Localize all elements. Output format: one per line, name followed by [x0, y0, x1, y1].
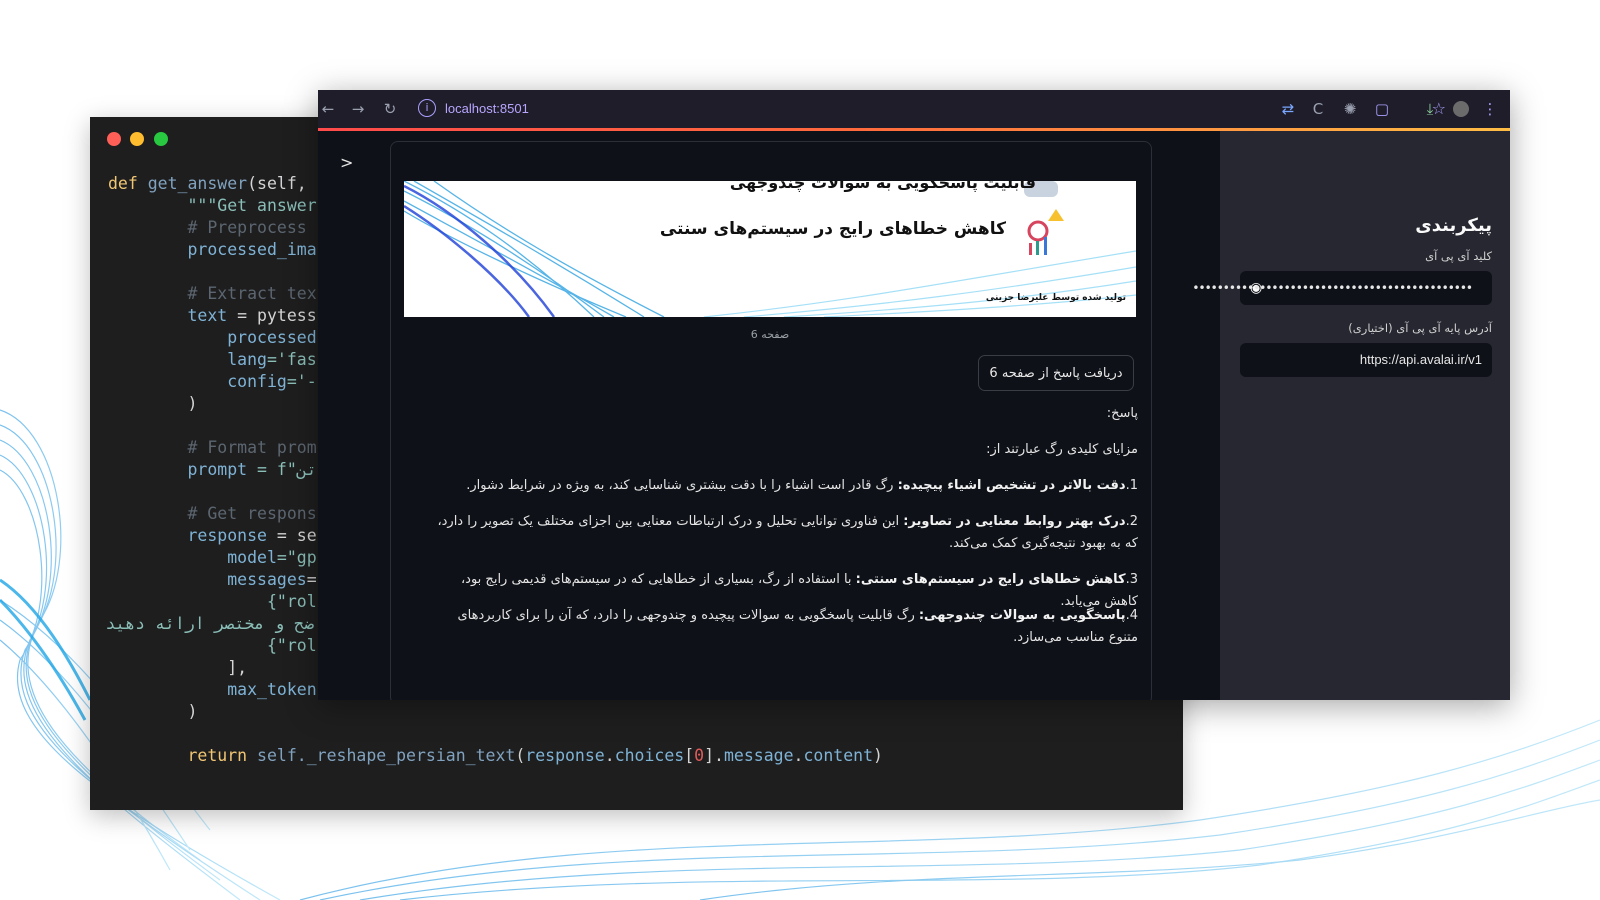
base-url-value[interactable]: https://api.avalai.ir/v1 — [1360, 343, 1482, 377]
reload-icon[interactable]: ↻ — [380, 99, 400, 119]
slide-image: قابلیت پاسخگویی به سوالات چندوجهی کاهش خ… — [404, 181, 1136, 317]
api-key-input[interactable]: ◉ ••••••••••••••••••••••••••••••••••••••… — [1192, 271, 1492, 305]
api-key-label: کلید آی پی آی — [1425, 249, 1492, 263]
api-key-value[interactable]: ••••••••••••••••••••••••••••••••••••••••… — [1192, 271, 1473, 305]
code-line: model="gp — [227, 548, 317, 567]
profile-avatar[interactable] — [1451, 99, 1471, 119]
sidebar-title: پیکربندی — [1415, 215, 1492, 236]
code-line: processed — [227, 328, 317, 347]
code-line: response = se — [187, 526, 317, 545]
code-line: # Format prom — [187, 438, 317, 457]
code-line: ], — [227, 658, 248, 677]
minimize-window-button[interactable] — [130, 132, 144, 146]
code-line: # Get respons — [187, 504, 317, 523]
code-line: prompt = f"تن — [187, 460, 317, 479]
image-caption: صفحه 6 — [750, 328, 790, 341]
answer-item: 2.درک بهتر روابط معنایی در تصاویر: این ف… — [437, 514, 1138, 551]
base-url-label: آدرس پایه آی پی آی (اختیاری) — [1348, 321, 1492, 335]
answer-intro: مزایای کلیدی رگ عبارتند از: — [986, 442, 1138, 457]
site-info-icon[interactable]: i — [418, 99, 436, 117]
code-line: def get_answer(self, — [108, 174, 317, 193]
settings-sidebar: پیکربندی کلید آی پی آی ◉ •••••••••••••••… — [1192, 131, 1510, 700]
arrow-left-icon[interactable]: ← — [318, 99, 338, 119]
arrow-right-icon[interactable]: → — [348, 99, 368, 119]
code-line: ) — [187, 394, 198, 413]
url-text[interactable]: localhost:8501 — [445, 96, 529, 122]
code-line: lang='fas — [227, 350, 317, 369]
c-extension-icon[interactable]: C — [1308, 99, 1328, 119]
code-line: {"rol — [266, 636, 317, 655]
slide-top-text: قابلیت پاسخگویی به سوالات چندوجهی — [729, 181, 1036, 192]
code-line: return self._reshape_persian_text(respon… — [187, 746, 883, 765]
kebab-menu-icon[interactable]: ⋮ — [1480, 99, 1500, 119]
translate-icon[interactable]: ⇄ — [1278, 99, 1298, 119]
maximize-window-button[interactable] — [154, 132, 168, 146]
base-url-input[interactable]: https://api.avalai.ir/v1 — [1240, 343, 1492, 377]
code-line: ضح و مختصر ارائه دهید — [105, 614, 314, 633]
browser-toolbar: ← → ↻ i localhost:8501 ☆ ⇄ C ✺ ▢ ⤓ ⋮ — [318, 90, 1510, 128]
slide-heading: کاهش خطاهای رایج در سیستم‌های سنتی — [659, 219, 1006, 239]
close-window-button[interactable] — [107, 132, 121, 146]
chevron-right-icon[interactable]: > — [340, 153, 353, 172]
code-line: """Get answer — [187, 196, 317, 215]
code-line: ) — [187, 702, 198, 721]
browser-window: ← → ↻ i localhost:8501 ☆ ⇄ C ✺ ▢ ⤓ ⋮ > ق… — [318, 90, 1510, 700]
get-page-answer-button[interactable]: دریافت پاسخ از صفحه 6 — [978, 355, 1134, 391]
code-line: {"rol — [266, 592, 317, 611]
code-line: config='- — [227, 372, 317, 391]
app-main: > قابلیت پاسخگویی به سوالات چندوجهی کاهش… — [318, 131, 1220, 700]
code-line: messages= — [227, 570, 317, 589]
download-icon[interactable]: ⤓ — [1420, 99, 1440, 119]
code-line: # Extract tex — [187, 284, 317, 303]
answer-item: 4.پاسخگویی به سوالات چندوجهی: رگ قابلیت … — [457, 608, 1138, 645]
answer-item: 1.دقت بالاتر در تشخیص اشیاء پیچیده: رگ ق… — [466, 478, 1138, 493]
code-line: processed_ima — [187, 240, 317, 259]
code-line: text = pytess — [187, 306, 317, 325]
openai-icon[interactable]: ✺ — [1340, 99, 1360, 119]
slide-footer: تولید شده توسط علیرضا جزینی — [985, 293, 1126, 303]
code-line: # Preprocess — [187, 218, 307, 237]
answer-label: پاسخ: — [1106, 406, 1138, 421]
puzzle-icon[interactable]: ▢ — [1372, 99, 1392, 119]
address-bar[interactable]: i localhost:8501 ☆ — [418, 96, 1458, 122]
